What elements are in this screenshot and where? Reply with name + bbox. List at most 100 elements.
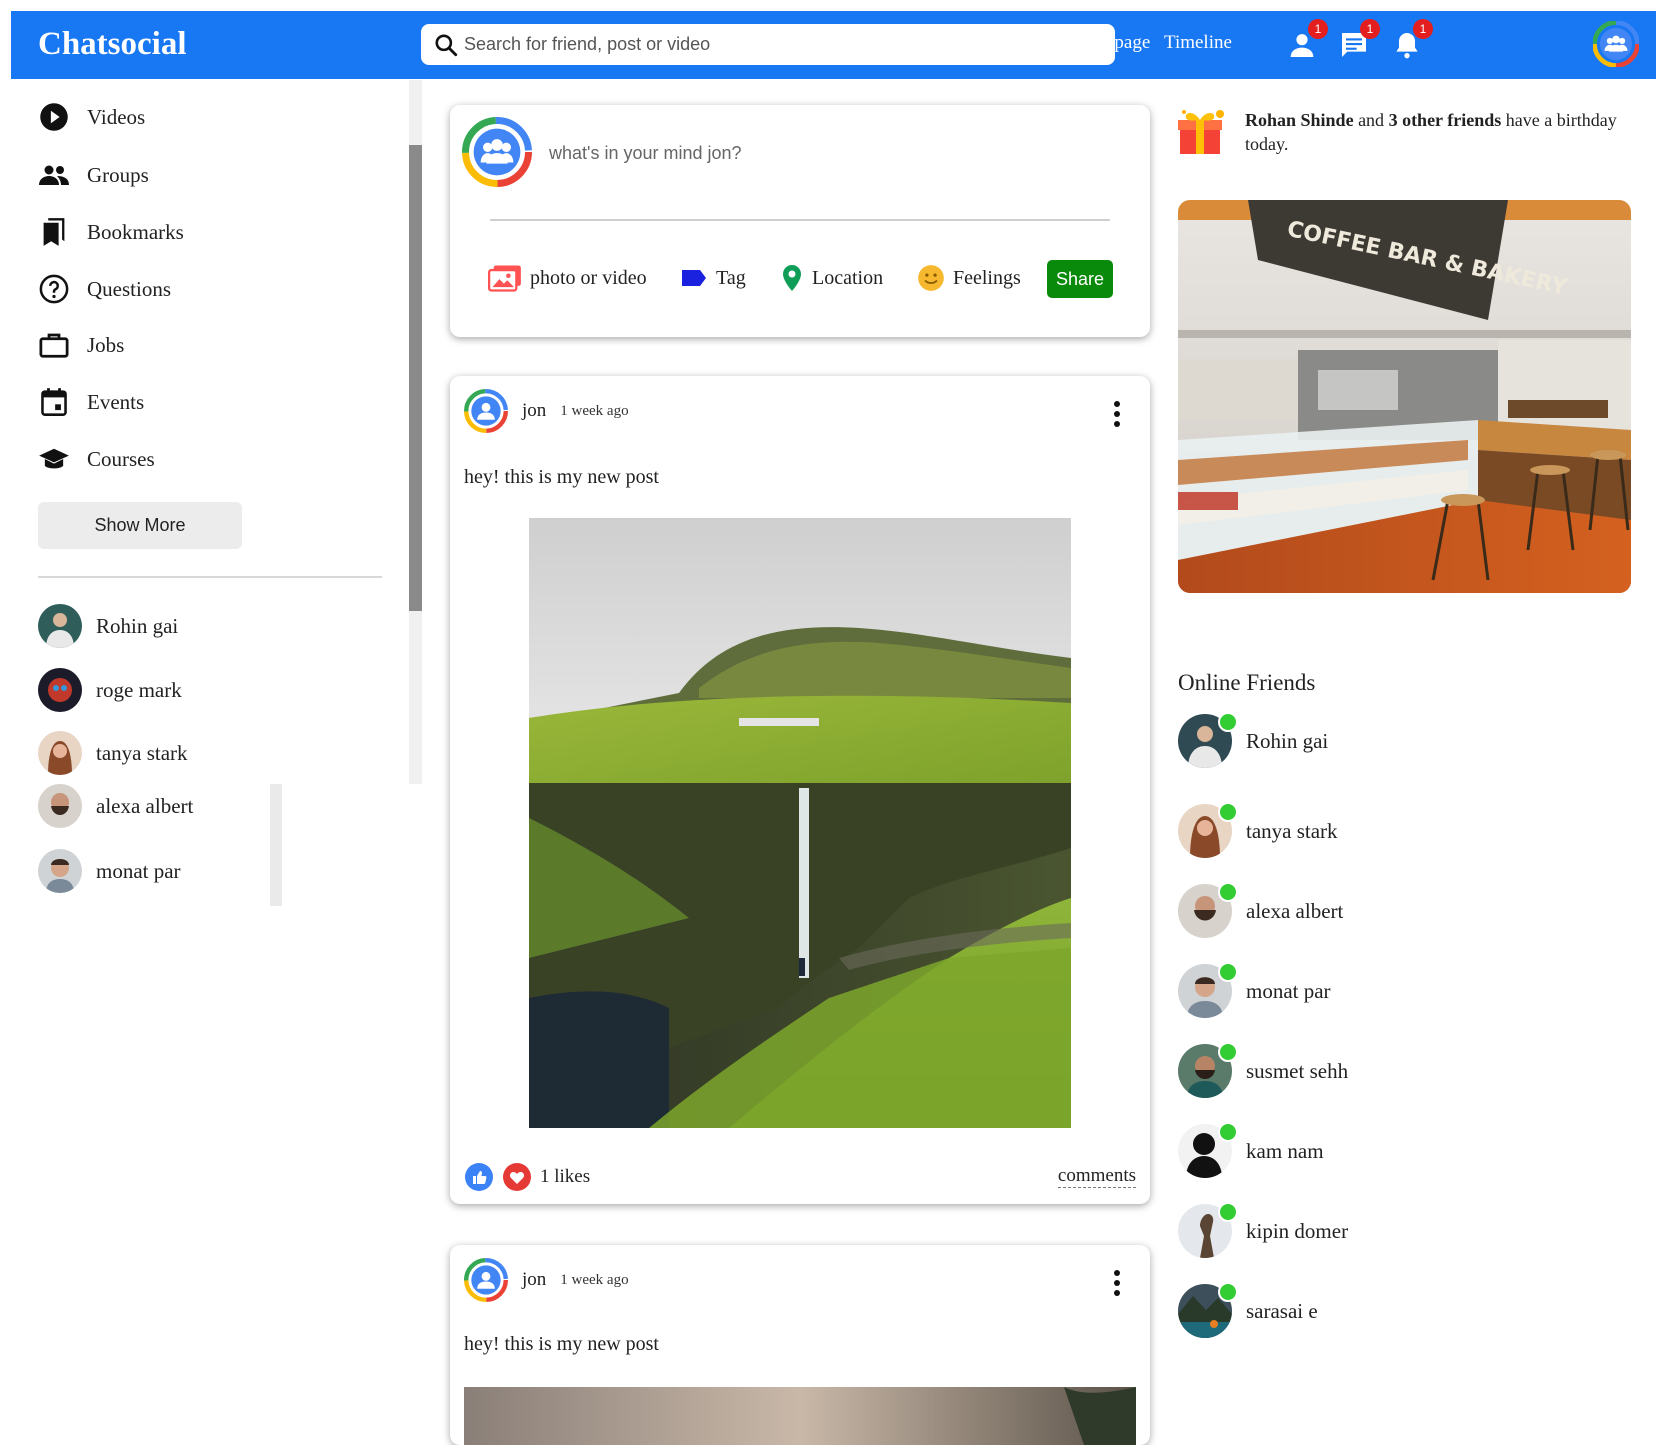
likes-row: 1 likes [464,1162,590,1192]
friend-name: alexa albert [96,793,194,818]
notifications-button[interactable]: 1 [1391,19,1433,61]
photo-video-option[interactable]: photo or video [488,263,647,293]
online-status-icon [1218,1202,1238,1222]
birthday-message: Rohan Shinde and 3 other friends have a … [1245,108,1625,156]
post-time: 1 week ago [560,1271,629,1288]
friend-name: roge mark [96,677,182,702]
share-divider [490,219,1110,221]
question-icon [38,273,70,305]
top-bar: Chatsocial Homepage Timeline 1 1 1 [11,11,1656,79]
user-avatar-icon[interactable] [464,1258,508,1302]
app-logo[interactable]: Chatsocial [38,26,187,63]
heart-icon[interactable] [502,1162,532,1192]
more-options-icon[interactable] [1112,1269,1122,1297]
friend-name: kam nam [1246,1138,1324,1163]
friend-name: tanya stark [1246,818,1338,843]
post-header: jon 1 week ago [464,1257,629,1303]
messages-badge: 1 [1360,19,1380,39]
online-status-icon [1218,882,1238,902]
friend-name: tanya stark [96,740,188,765]
group-logo-icon [1592,20,1640,68]
feelings-option[interactable]: Feelings [917,263,1021,293]
sidebar-item-label: Events [87,389,145,414]
friend-name: kipin domer [1246,1218,1349,1243]
online-friend[interactable]: susmet sehh [1178,1042,1348,1098]
share-button[interactable]: Share [1047,260,1113,298]
nav-homepage[interactable]: Homepage [1068,32,1150,54]
location-option[interactable]: Location [780,263,883,293]
sidebar-item-label: Questions [87,276,171,301]
search-input[interactable] [464,24,1094,65]
user-avatar-icon[interactable] [464,389,508,433]
sidebar-item-bookmarks[interactable]: Bookmarks [38,214,184,250]
post-card: jon 1 week ago hey! this is my new post … [450,376,1150,1204]
avatar [38,731,82,775]
search-icon [435,34,458,57]
post-image[interactable] [529,518,1071,1128]
tag-option[interactable]: Tag [680,263,746,293]
comments-link[interactable]: comments [1057,1165,1136,1188]
friend-name: Rohin gai [1246,728,1329,753]
online-friend[interactable]: tanya stark [1178,802,1338,858]
sidebar-item-courses[interactable]: Courses [38,441,155,477]
online-status-icon [1218,962,1238,982]
sidebar-item-videos[interactable]: Videos [38,99,145,135]
graduation-cap-icon [38,443,70,475]
online-status-icon [1218,1122,1238,1142]
sidebar-item-groups[interactable]: Groups [38,157,149,193]
online-friend[interactable]: alexa albert [1178,882,1343,938]
sidebar-item-jobs[interactable]: Jobs [38,327,124,363]
sidebar-item-label: Videos [87,104,146,129]
sidebar-friend[interactable]: alexa albert [38,784,193,828]
sidebar-friend[interactable]: tanya stark [38,731,188,775]
online-friend[interactable]: sarasai e [1178,1282,1318,1338]
show-more-button[interactable]: Show More [38,502,242,549]
sidebar-divider [38,576,382,578]
sidebar-friend[interactable]: roge mark [38,668,182,712]
share-card: photo or video Tag Location Feelings Sha… [450,105,1150,337]
sidebar-item-events[interactable]: Events [38,384,144,420]
avatar [38,849,82,893]
messages-button[interactable]: 1 [1338,19,1380,61]
post-card: jon 1 week ago hey! this is my new post [450,1245,1150,1445]
sidebar-friend[interactable]: monat par [38,849,181,893]
online-friends-title: Online Friends [1178,670,1316,695]
calendar-icon [38,386,70,418]
post-time: 1 week ago [560,402,629,419]
sidebar-item-label: Bookmarks [87,219,184,244]
sidebar-scrollbar-thumb[interactable] [409,145,422,611]
sidebar-friend[interactable]: Rohin gai [38,604,178,648]
post-image[interactable] [464,1387,1136,1445]
friend-name: monat par [1246,978,1331,1003]
likes-count: 1 likes [540,1166,591,1187]
online-friend[interactable]: Rohin gai [1178,712,1329,768]
post-header: jon 1 week ago [464,388,629,434]
birthday-name[interactable]: Rohan Shinde [1245,110,1354,130]
search-box[interactable] [421,24,1115,65]
photo-icon [488,265,521,292]
friend-name: Rohin gai [96,613,179,638]
online-friend[interactable]: kipin domer [1178,1202,1349,1258]
online-status-icon [1218,1042,1238,1062]
profile-avatar[interactable] [1592,20,1640,68]
more-options-icon[interactable] [1112,400,1122,428]
nav-timeline[interactable]: Timeline [1164,32,1232,54]
friend-requests-badge: 1 [1308,19,1328,39]
friends-scrollbar[interactable] [270,784,282,906]
ad-image[interactable]: COFFEE BAR & BAKERY [1178,200,1631,593]
birthday-others[interactable]: 3 other friends [1389,110,1502,130]
avatar [38,668,82,712]
user-avatar-icon [462,117,532,187]
post-username[interactable]: jon [522,400,546,422]
smile-icon [918,265,944,291]
online-friend[interactable]: kam nam [1178,1122,1324,1178]
post-username[interactable]: jon [522,1269,546,1291]
post-text: hey! this is my new post [464,1333,659,1355]
online-status-icon [1218,1282,1238,1302]
avatar [38,784,82,828]
sidebar-item-questions[interactable]: Questions [38,271,171,307]
like-icon[interactable] [464,1162,494,1192]
friend-requests-button[interactable]: 1 [1286,19,1328,61]
post-input[interactable] [547,137,1111,169]
online-friend[interactable]: monat par [1178,962,1331,1018]
